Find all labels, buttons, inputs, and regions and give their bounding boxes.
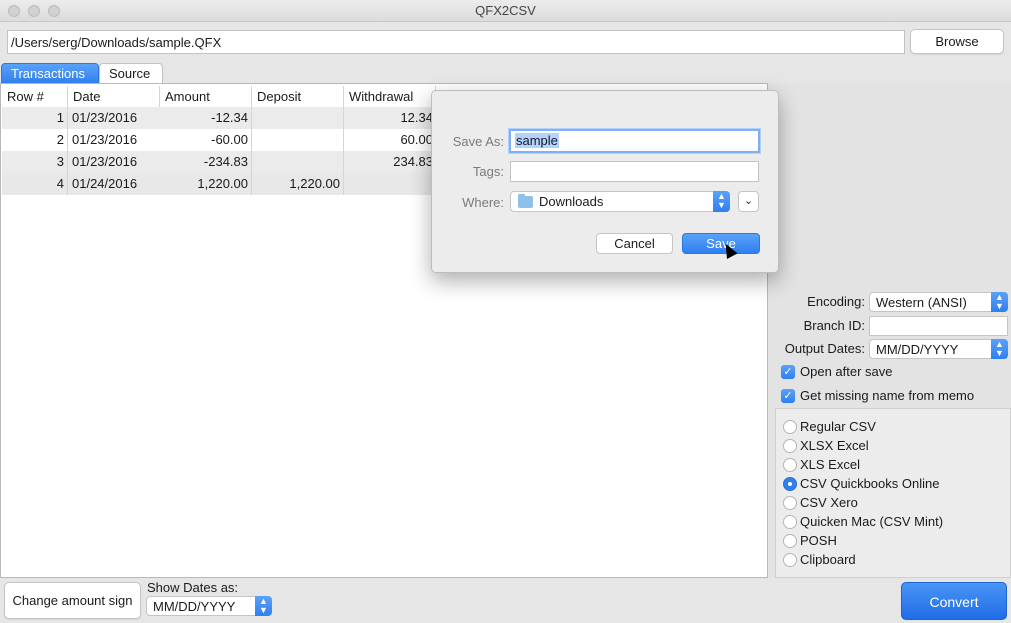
- cell-date: 01/23/2016: [72, 110, 138, 125]
- downloads-folder-icon: [518, 194, 533, 208]
- file-path-input[interactable]: /Users/serg/Downloads/sample.QFX: [7, 30, 905, 54]
- cell-deposit: [252, 107, 344, 129]
- cell-deposit: 1,220.00: [252, 173, 344, 195]
- format-label: POSH: [800, 533, 837, 548]
- show-dates-value: MM/DD/YYYY: [153, 599, 236, 614]
- save-button[interactable]: Save: [682, 233, 760, 254]
- column-header-row[interactable]: Row #: [2, 86, 68, 108]
- format-label: XLS Excel: [800, 457, 860, 472]
- format-label: Quicken Mac (CSV Mint): [800, 514, 944, 529]
- radio-icon: [783, 458, 797, 472]
- column-header-withdrawal[interactable]: Withdrawal: [344, 86, 436, 108]
- encoding-value: Western (ANSI): [876, 295, 967, 310]
- radio-icon: [783, 439, 797, 453]
- get-missing-name-checkbox[interactable]: ✓ Get missing name from memo: [781, 388, 1006, 406]
- tags-input[interactable]: [510, 161, 759, 182]
- checkmark-icon: ✓: [781, 389, 795, 403]
- where-select[interactable]: Downloads ▲ ▼: [510, 191, 730, 212]
- save-as-input[interactable]: sample: [509, 129, 760, 153]
- cell-withdrawal: 60.00: [400, 132, 433, 147]
- cell-row-number: 1: [2, 107, 68, 129]
- stepper-arrows-icon: ▲ ▼: [991, 339, 1008, 359]
- cell-withdrawal: [344, 173, 433, 195]
- format-option-csv-quickbooks-online[interactable]: CSV Quickbooks Online: [783, 476, 983, 494]
- format-option-regular-csv[interactable]: Regular CSV: [783, 419, 983, 437]
- cell-row-number: 3: [2, 151, 68, 173]
- cell-withdrawal: 234.83: [393, 154, 433, 169]
- expand-chevron-icon[interactable]: ⌄: [738, 191, 759, 212]
- format-option-clipboard[interactable]: Clipboard: [783, 552, 983, 570]
- cancel-button[interactable]: Cancel: [596, 233, 673, 254]
- format-label: CSV Xero: [800, 495, 858, 510]
- format-option-csv-xero[interactable]: CSV Xero: [783, 495, 983, 513]
- format-option-posh[interactable]: POSH: [783, 533, 983, 551]
- format-option-xls-excel[interactable]: XLS Excel: [783, 457, 983, 475]
- branch-id-input[interactable]: [869, 316, 1008, 336]
- radio-icon: [783, 496, 797, 510]
- radio-icon: [783, 553, 797, 567]
- cell-deposit: [252, 129, 344, 151]
- format-option-xlsx-excel[interactable]: XLSX Excel: [783, 438, 983, 456]
- column-header-amount[interactable]: Amount: [160, 86, 252, 108]
- where-value: Downloads: [539, 194, 604, 209]
- radio-icon: [783, 534, 797, 548]
- tags-label: Tags:: [472, 164, 504, 179]
- format-label: CSV Quickbooks Online: [800, 476, 940, 491]
- column-header-date[interactable]: Date: [68, 86, 160, 108]
- show-dates-label: Show Dates as:: [147, 580, 239, 595]
- column-header-deposit[interactable]: Deposit: [252, 86, 344, 108]
- where-label: Where:: [462, 195, 504, 210]
- encoding-select[interactable]: Western (ANSI) ▲ ▼: [869, 292, 1008, 312]
- radio-icon: [783, 515, 797, 529]
- format-label: Regular CSV: [800, 419, 876, 434]
- output-dates-label: Output Dates:: [784, 341, 865, 356]
- cell-amount: -234.83: [160, 151, 252, 173]
- convert-button[interactable]: Convert: [901, 582, 1007, 620]
- open-after-save-checkbox[interactable]: ✓ Open after save: [781, 364, 1001, 382]
- branch-id-label: Branch ID:: [803, 318, 865, 333]
- browse-button[interactable]: Browse: [910, 29, 1004, 54]
- change-amount-sign-button[interactable]: Change amount sign: [4, 582, 141, 619]
- cell-amount: -60.00: [160, 129, 252, 151]
- get-missing-name-label: Get missing name from memo: [800, 388, 975, 403]
- cell-withdrawal: 12.34: [400, 110, 433, 125]
- cell-row-number: 2: [2, 129, 68, 151]
- window-title: QFX2CSV: [475, 3, 536, 18]
- format-label: Clipboard: [800, 552, 856, 567]
- checkmark-icon: ✓: [781, 365, 795, 379]
- cell-amount: 1,220.00: [160, 173, 252, 195]
- cell-amount: -12.34: [160, 107, 252, 129]
- stepper-arrows-icon: ▲ ▼: [255, 596, 272, 616]
- cell-deposit: [252, 151, 344, 173]
- radio-selected-icon: [783, 477, 797, 491]
- show-dates-select[interactable]: MM/DD/YYYY ▲ ▼: [146, 596, 272, 616]
- format-label: XLSX Excel: [800, 438, 869, 453]
- format-option-quicken-mac[interactable]: Quicken Mac (CSV Mint): [783, 514, 983, 532]
- tab-source[interactable]: Source: [99, 63, 163, 84]
- save-as-label: Save As:: [452, 134, 504, 149]
- cell-date: 01/24/2016: [72, 176, 138, 191]
- output-dates-select[interactable]: MM/DD/YYYY ▲ ▼: [869, 339, 1008, 359]
- cell-date: 01/23/2016: [72, 154, 138, 169]
- stepper-arrows-icon: ▲ ▼: [713, 191, 730, 212]
- encoding-label: Encoding:: [807, 294, 865, 309]
- cell-date: 01/23/2016: [72, 132, 138, 147]
- open-after-save-label: Open after save: [800, 364, 893, 379]
- radio-icon: [783, 420, 797, 434]
- stepper-arrows-icon: ▲ ▼: [991, 292, 1008, 312]
- output-dates-value: MM/DD/YYYY: [876, 342, 959, 357]
- save-as-value: sample: [515, 133, 559, 148]
- cell-row-number: 4: [2, 173, 68, 195]
- window-titlebar: QFX2CSV: [0, 0, 1011, 22]
- tab-transactions[interactable]: Transactions: [1, 63, 99, 84]
